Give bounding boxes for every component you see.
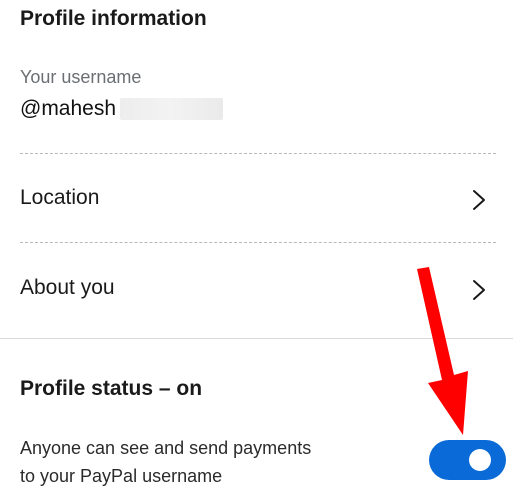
location-row[interactable]: Location xyxy=(0,156,513,240)
profile-status-description: Anyone can see and send payments to your… xyxy=(20,434,410,490)
toggle-knob xyxy=(469,449,491,471)
divider xyxy=(20,153,496,154)
username-value: @mahesh xyxy=(20,97,117,120)
profile-information-heading: Profile information xyxy=(20,7,207,30)
username-redacted-blur xyxy=(120,98,223,120)
chevron-right-icon xyxy=(472,189,486,211)
location-label: Location xyxy=(20,186,100,209)
description-line-2: to your PayPal username xyxy=(20,466,223,486)
profile-status-toggle[interactable] xyxy=(429,440,506,480)
profile-status-heading: Profile status – on xyxy=(20,377,203,400)
arrow-down-icon xyxy=(410,265,482,445)
about-you-label: About you xyxy=(20,276,115,299)
description-line-1: Anyone can see and send payments xyxy=(20,438,312,458)
divider xyxy=(20,242,496,243)
username-label: Your username xyxy=(20,67,142,87)
